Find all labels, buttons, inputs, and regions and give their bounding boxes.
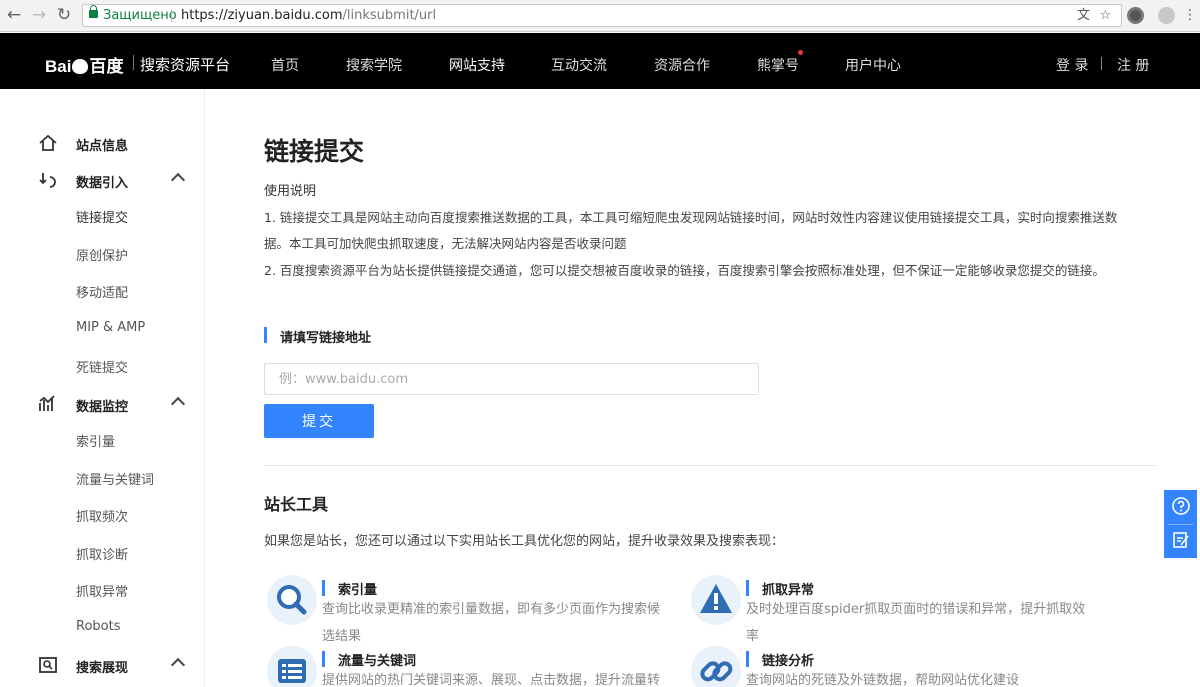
nav-user-center[interactable]: 用户中心	[845, 55, 901, 75]
extension-globe-icon[interactable]	[1158, 7, 1175, 24]
chevron-up-icon	[170, 396, 186, 412]
tool-index-card[interactable]	[267, 575, 317, 625]
main-content: 链接提交 使用说明 1. 链接提交工具是网站主动向百度搜索推送数据的工具，本工具…	[205, 89, 1200, 687]
tool-marker	[322, 651, 325, 667]
search-display-icon	[39, 657, 57, 673]
sidebar-group-data-import[interactable]: 数据引入	[0, 170, 205, 192]
sidebar-item-original[interactable]: 原创保护	[76, 245, 128, 264]
forward-icon[interactable]: →	[29, 5, 49, 25]
tool-marker	[322, 580, 325, 596]
nav-xiongzhang[interactable]: 熊掌号	[757, 55, 799, 75]
paw-icon	[72, 59, 89, 74]
chart-icon	[39, 395, 55, 411]
nav-site-support[interactable]: 网站支持	[449, 55, 505, 75]
page-title: 链接提交	[264, 137, 365, 166]
menu-icon[interactable]: ⋮	[1180, 5, 1200, 25]
sidebar: 站点信息 数据引入 链接提交 原创保护 移动适配 MIP & AMP 死链提交 …	[0, 89, 205, 687]
usage-heading: 使用说明	[264, 184, 317, 199]
sidebar-item-crawl-error[interactable]: 抓取异常	[76, 581, 128, 600]
star-icon[interactable]: ☆	[1097, 7, 1114, 24]
sidebar-group-search-display[interactable]: 搜索展现	[0, 655, 205, 677]
home-icon	[39, 134, 57, 151]
url-host: https://ziyuan.baidu.com	[181, 8, 343, 23]
notification-dot	[798, 50, 803, 55]
sidebar-item-mobile[interactable]: 移动适配	[76, 282, 128, 301]
secure-label: Защищено	[103, 8, 177, 23]
nav-interaction[interactable]: 互动交流	[551, 55, 607, 75]
back-icon[interactable]: ←	[4, 5, 24, 25]
section-marker	[264, 327, 267, 343]
sidebar-item-crawl-freq[interactable]: 抓取频次	[76, 506, 128, 525]
tool-link-analysis-desc: 查询网站的死链及外链数据，帮助网站优化建设	[746, 673, 1020, 687]
sidebar-group-title: 数据引入	[76, 176, 129, 191]
login-link[interactable]: 登 录	[1056, 55, 1088, 75]
list-icon	[278, 659, 306, 683]
form-label: 请填写链接地址	[280, 331, 372, 346]
url-text: https://ziyuan.baidu.com/linksubmit/url	[181, 5, 436, 26]
lock-icon	[89, 5, 98, 18]
usage-line-3: 2. 百度搜索资源平台为站长提供链接提交通道，您可以提交想被百度收录的链接，百度…	[264, 263, 1105, 278]
tool-traffic-card[interactable]	[267, 646, 317, 687]
baidu-logo[interactable]: Bai 百度	[45, 52, 123, 77]
sidebar-item-mip-amp[interactable]: MIP & AMP	[76, 320, 145, 335]
tool-traffic-desc: 提供网站的热门关键词来源、展现、点击数据，提升流量转	[322, 673, 661, 687]
logo-divider	[133, 55, 134, 70]
logo-text-right: 百度	[89, 57, 124, 76]
submit-button[interactable]: 提交	[264, 404, 374, 438]
sidebar-item-link-submit[interactable]: 链接提交	[76, 207, 128, 226]
chevron-up-icon	[170, 657, 186, 673]
sidebar-item-dead-link[interactable]: 死链提交	[76, 357, 128, 376]
link-icon	[700, 661, 733, 682]
nav-academy[interactable]: 搜索学院	[346, 55, 402, 75]
sidebar-item-site-info[interactable]: 站点信息	[0, 133, 205, 155]
register-link[interactable]: 注 册	[1117, 55, 1149, 75]
sidebar-item-robots[interactable]: Robots	[76, 619, 120, 634]
import-icon	[39, 173, 56, 188]
divider	[264, 465, 1156, 466]
browser-toolbar: ← → ↻ Защищено https://ziyuan.baidu.com/…	[0, 0, 1200, 32]
extension-eye-icon[interactable]	[1127, 7, 1144, 24]
floating-help-panel	[1164, 490, 1197, 558]
sidebar-label: 站点信息	[76, 139, 129, 154]
url-input[interactable]	[264, 363, 759, 395]
site-header: Bai 百度 搜索资源平台 首页 搜索学院 网站支持 互动交流 资源合作 熊掌号 …	[0, 33, 1200, 89]
address-bar[interactable]: Защищено https://ziyuan.baidu.com/linksu…	[82, 4, 1122, 27]
tool-link-analysis-card[interactable]	[691, 646, 741, 687]
auth-divider	[1101, 57, 1102, 70]
help-icon[interactable]	[1171, 496, 1191, 516]
sidebar-group-title: 数据监控	[76, 400, 129, 415]
tools-title: 站长工具	[264, 495, 329, 514]
logo-text-left: Bai	[45, 57, 72, 76]
usage-line-1: 1. 链接提交工具是网站主动向百度搜索推送数据的工具，本工具可缩短爬虫发现网站链…	[264, 210, 1118, 225]
usage-line-2: 据。本工具可加快爬虫抓取速度，无法解决网站内容是否收录问题	[264, 236, 627, 251]
platform-name: 搜索资源平台	[140, 56, 231, 74]
tool-crawl-error-desc: 及时处理百度spider抓取页面时的错误和异常，提升抓取效率	[746, 602, 1086, 644]
tool-marker	[746, 651, 749, 667]
url-separator	[171, 9, 172, 22]
tool-index-desc: 查询比收录更精准的索引量数据，即有多少页面作为搜索候选结果	[322, 602, 661, 644]
sidebar-item-crawl-diagnose[interactable]: 抓取诊断	[76, 544, 128, 563]
sidebar-item-index[interactable]: 索引量	[76, 431, 115, 450]
chevron-up-icon	[170, 172, 186, 188]
tool-crawl-error-card[interactable]	[691, 575, 741, 625]
warning-icon	[700, 584, 732, 613]
url-path: /linksubmit/url	[342, 8, 437, 23]
magnifier-icon	[277, 585, 307, 615]
sidebar-group-data-monitor[interactable]: 数据监控	[0, 394, 205, 416]
nav-home[interactable]: 首页	[271, 55, 299, 75]
reload-icon[interactable]: ↻	[54, 5, 74, 25]
float-divider	[1168, 524, 1193, 525]
sidebar-item-traffic[interactable]: 流量与关键词	[76, 469, 154, 488]
feedback-edit-icon[interactable]	[1171, 530, 1191, 550]
translate-icon[interactable]: 文	[1075, 7, 1092, 24]
nav-cooperation[interactable]: 资源合作	[654, 55, 710, 75]
tools-description: 如果您是站长，您还可以通过以下实用站长工具优化您的网站，提升收录效果及搜索表现：	[264, 534, 785, 549]
sidebar-group-title: 搜索展现	[76, 661, 129, 676]
tool-marker	[746, 580, 749, 596]
